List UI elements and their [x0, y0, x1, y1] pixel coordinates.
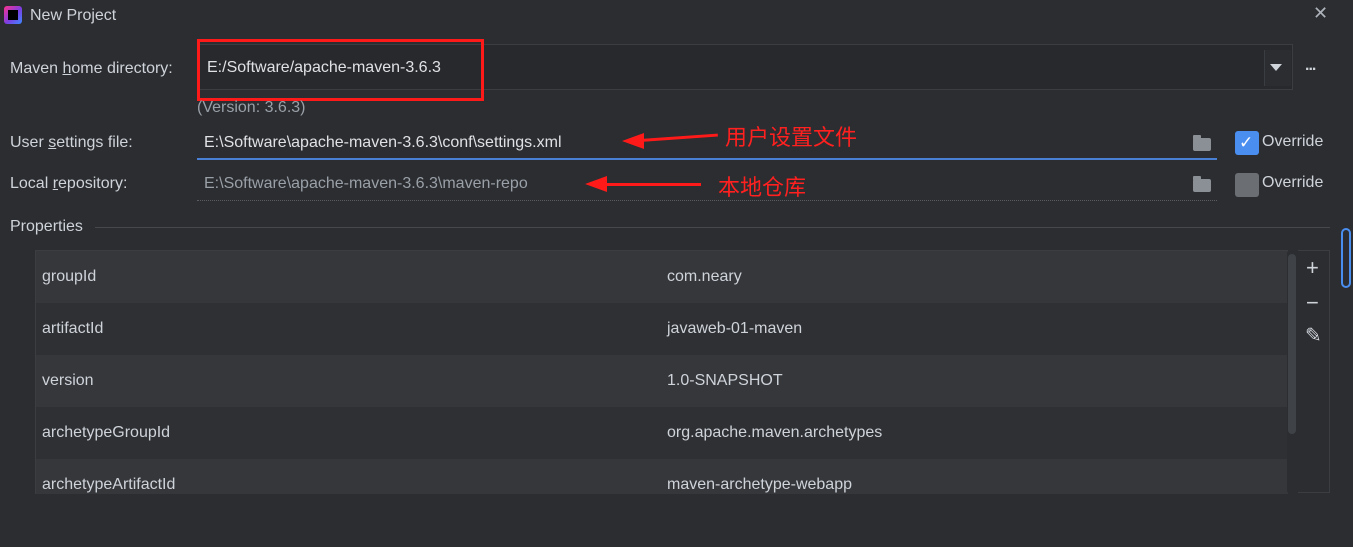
user-settings-annotation: 用户设置文件	[725, 125, 858, 150]
property-key: archetypeGroupId	[42, 424, 171, 441]
table-scrollbar-thumb[interactable]	[1288, 254, 1296, 434]
folder-icon[interactable]	[1193, 176, 1211, 192]
table-row[interactable]: artifactId javaweb-01-maven	[36, 303, 1288, 355]
property-key: artifactId	[42, 320, 104, 337]
property-value[interactable]: 1.0-SNAPSHOT	[667, 372, 783, 390]
property-value[interactable]: org.apache.maven.archetypes	[667, 424, 882, 442]
add-icon[interactable]: +	[1306, 255, 1319, 281]
property-key: version	[42, 372, 94, 389]
folder-icon[interactable]	[1193, 135, 1211, 151]
checkmark-icon: ✓	[1239, 133, 1254, 152]
user-settings-value[interactable]: E:\Software\apache-maven-3.6.3\conf\sett…	[204, 134, 562, 152]
annotation-arrow	[603, 183, 701, 186]
chevron-down-icon	[1270, 64, 1282, 71]
app-icon	[4, 6, 22, 24]
properties-title: Properties	[10, 218, 83, 235]
property-value[interactable]: maven-archetype-webapp	[667, 476, 852, 494]
property-key: groupId	[42, 268, 97, 285]
table-row[interactable]: groupId com.neary	[36, 251, 1288, 303]
table-row[interactable]: version 1.0-SNAPSHOT	[36, 355, 1288, 407]
local-repo-label: Local repository:	[10, 175, 128, 192]
remove-icon[interactable]: −	[1306, 290, 1319, 316]
dialog-scrollbar[interactable]	[1341, 228, 1351, 288]
local-repo-override-label: Override	[1262, 174, 1324, 191]
property-value[interactable]: com.neary	[667, 268, 742, 286]
maven-home-label: Maven home directory:	[10, 60, 173, 77]
local-repo-value[interactable]: E:\Software\apache-maven-3.6.3\maven-rep…	[204, 175, 528, 193]
edit-icon[interactable]: ✎	[1305, 323, 1322, 348]
property-value[interactable]: javaweb-01-maven	[667, 320, 802, 338]
table-row[interactable]: archetypeGroupId org.apache.maven.archet…	[36, 407, 1288, 459]
local-repo-annotation: 本地仓库	[718, 175, 807, 200]
window-title: New Project	[30, 7, 117, 24]
properties-toolbar	[1298, 250, 1330, 493]
user-settings-override-label: Override	[1262, 133, 1324, 150]
properties-table: groupId com.neary artifactId javaweb-01-…	[35, 250, 1288, 494]
properties-divider	[95, 227, 1330, 228]
property-key: archetypeArtifactId	[42, 476, 176, 493]
browse-button[interactable]: ...	[1305, 57, 1316, 75]
local-repo-override-checkbox[interactable]	[1235, 173, 1259, 197]
table-row[interactable]: archetypeArtifactId maven-archetype-weba…	[36, 459, 1288, 494]
highlight-box	[197, 39, 484, 101]
user-settings-label: User settings file:	[10, 134, 133, 151]
maven-version: (Version: 3.6.3)	[197, 99, 306, 116]
close-icon[interactable]: ✕	[1313, 3, 1328, 24]
